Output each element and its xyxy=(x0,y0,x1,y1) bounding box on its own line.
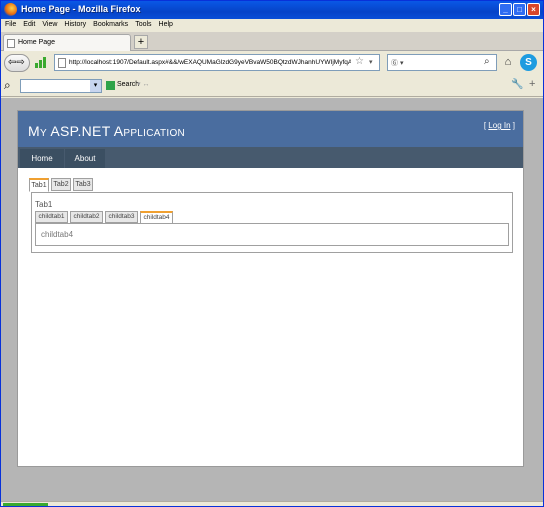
browser-tab[interactable]: Home Page xyxy=(3,34,131,51)
bookmark-star-icon[interactable]: ☆ xyxy=(355,56,364,67)
page-icon xyxy=(58,58,66,68)
menu-file[interactable]: File xyxy=(1,19,19,28)
browser-content: My ASP.NET Application [ Log In ] Home A… xyxy=(1,98,543,501)
menu-view[interactable]: View xyxy=(38,19,60,28)
tab-childtab3[interactable]: childtab3 xyxy=(105,211,138,223)
firefox-logo-icon xyxy=(4,3,17,16)
login-link[interactable]: Log In xyxy=(488,121,510,130)
site-header: My ASP.NET Application [ Log In ] xyxy=(18,111,523,147)
nav-item-about[interactable]: About xyxy=(65,149,105,168)
back-forward-button[interactable]: ⇦⇨ xyxy=(4,54,30,72)
search-icon[interactable]: ⌕ xyxy=(484,56,490,67)
tab-tab3[interactable]: Tab3 xyxy=(73,178,93,191)
home-icon[interactable]: ⌂ xyxy=(501,55,515,69)
nav-item-home[interactable]: Home xyxy=(20,149,64,168)
login-bracket-close: ] xyxy=(510,121,515,130)
address-bar[interactable]: http://localhost:1907/Default.aspx#&&/wE… xyxy=(54,54,380,71)
browser-window: Home Page - Mozilla Firefox _ □ × File Ed… xyxy=(0,0,544,507)
tab-childtab2[interactable]: childtab2 xyxy=(70,211,103,223)
page-icon xyxy=(7,39,15,48)
menu-bookmarks[interactable]: Bookmarks xyxy=(89,19,131,28)
chevron-down-icon[interactable]: ▾ xyxy=(369,58,373,66)
status-bar xyxy=(1,501,543,506)
app-title: My ASP.NET Application xyxy=(28,123,186,139)
tab-tab1[interactable]: Tab1 xyxy=(29,178,49,192)
tab-panel: Tab1 childtab1 childtab2 childtab3 child… xyxy=(31,192,513,253)
progress-indicator xyxy=(3,503,48,506)
maximize-button[interactable]: □ xyxy=(513,3,526,16)
close-button[interactable]: × xyxy=(527,3,540,16)
tab-panel-title: Tab1 xyxy=(35,200,53,209)
search-icon[interactable]: ⌕ xyxy=(4,78,11,93)
child-tab-content: childtab4 xyxy=(41,230,74,239)
menu-help[interactable]: Help xyxy=(155,19,176,28)
menu-history[interactable]: History xyxy=(60,19,89,28)
title-bar[interactable]: Home Page - Mozilla Firefox _ □ × xyxy=(1,1,543,19)
window-title: Home Page - Mozilla Firefox xyxy=(21,4,141,14)
browser-tab-strip: Home Page + xyxy=(1,32,543,51)
menu-edit[interactable]: Edit xyxy=(19,19,38,28)
toolbar-extra-icon[interactable]: ▾ ↔ xyxy=(137,80,149,88)
search-box[interactable]: Ⓖ ▾ ⌕ xyxy=(387,54,497,71)
wrench-icon[interactable]: 🔧 xyxy=(511,79,523,90)
browser-tab-title: Home Page xyxy=(18,39,55,46)
menu-bar: File Edit View History Bookmarks Tools Help xyxy=(1,19,543,32)
go-icon[interactable] xyxy=(106,81,115,90)
search-engine-selector[interactable]: Ⓖ ▾ xyxy=(391,58,403,68)
login-display: [ Log In ] xyxy=(484,121,515,130)
toolbar-search-input[interactable]: ▾ xyxy=(20,79,102,93)
new-tab-button[interactable]: + xyxy=(134,35,148,49)
site-nav: Home About xyxy=(18,147,523,168)
toolbar-search-button[interactable]: Search xyxy=(117,81,139,88)
menu-tools[interactable]: Tools xyxy=(131,19,154,28)
add-icon[interactable]: + xyxy=(529,78,535,90)
chevron-down-icon[interactable]: ▾ xyxy=(90,80,101,92)
tab-tab2[interactable]: Tab2 xyxy=(51,178,71,191)
minimize-button[interactable]: _ xyxy=(499,3,512,16)
child-tab-panel: childtab4 xyxy=(35,223,509,246)
skype-icon[interactable]: S xyxy=(520,54,537,71)
tab-childtab1[interactable]: childtab1 xyxy=(35,211,68,223)
url-text[interactable]: http://localhost:1907/Default.aspx#&&/wE… xyxy=(69,59,351,66)
feed-icon[interactable] xyxy=(35,56,47,68)
web-page: My ASP.NET Application [ Log In ] Home A… xyxy=(17,110,524,467)
secondary-toolbar: ⌕ ▾ Search ▾ ↔ 🔧 + xyxy=(1,75,543,97)
navigation-toolbar: ⇦⇨ http://localhost:1907/Default.aspx#&&… xyxy=(1,51,543,75)
